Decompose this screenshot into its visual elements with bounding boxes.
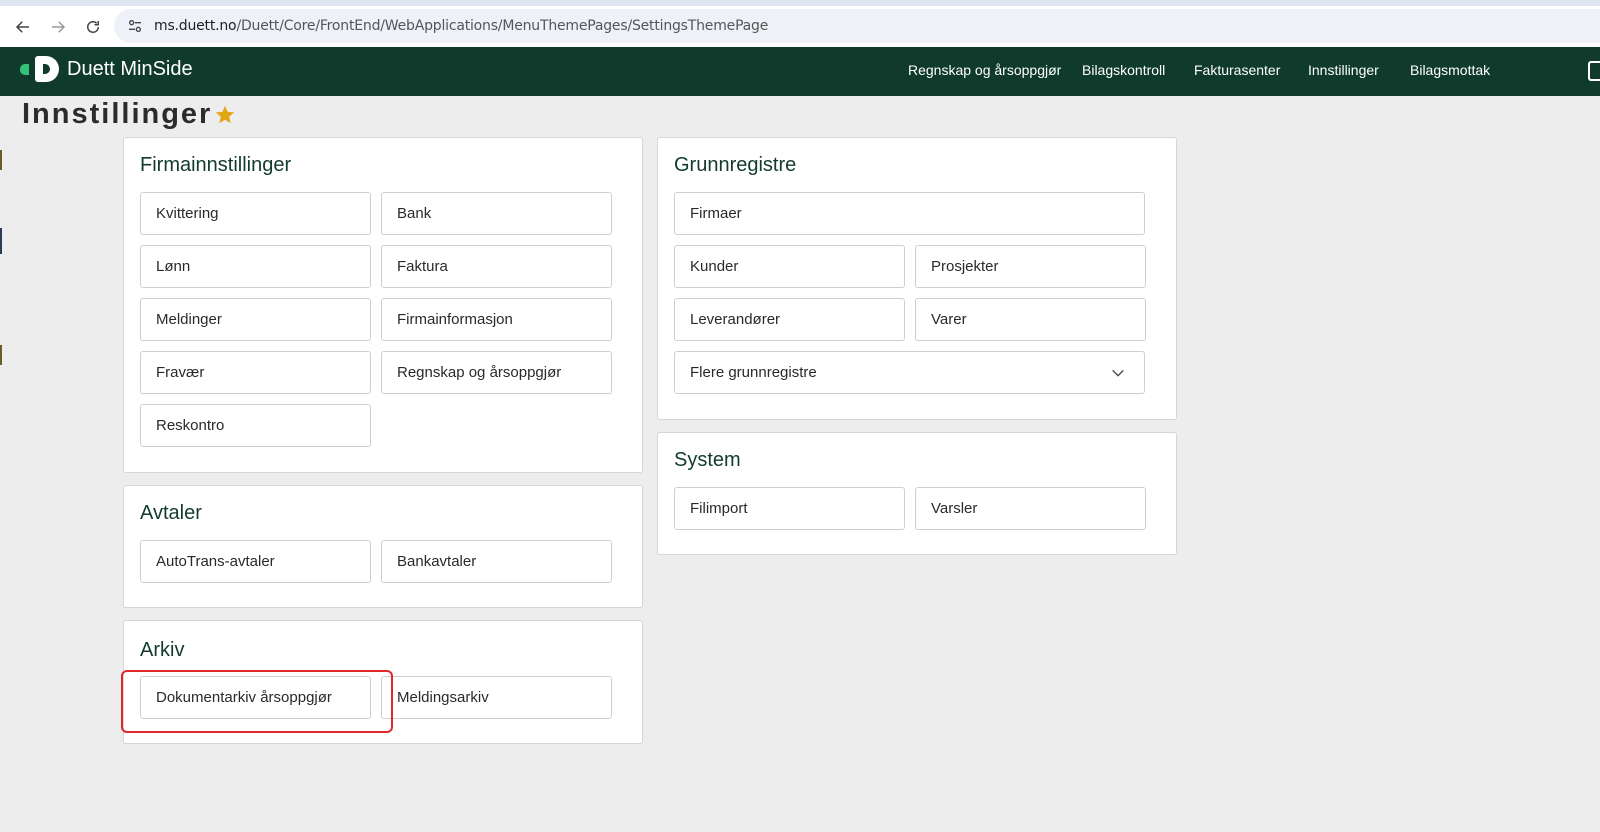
nav-item-fakturasenter[interactable]: Fakturasenter	[1194, 62, 1280, 78]
tile-bank[interactable]: Bank	[381, 192, 612, 235]
tile-meldinger[interactable]: Meldinger	[140, 298, 371, 341]
tile-varer[interactable]: Varer	[915, 298, 1146, 341]
site-info-icon[interactable]	[126, 17, 144, 35]
chevron-down-icon	[1112, 369, 1124, 377]
url-host: ms.duett.no	[154, 18, 237, 34]
reload-icon	[87, 21, 99, 33]
app-header: Duett MinSide Regnskap og årsoppgjør Bil…	[0, 47, 1600, 96]
flere-grunnregistre-dropdown[interactable]: Flere grunnregistre	[674, 351, 1145, 394]
card-firmainnstillinger: Firmainnstillinger Kvittering Bank Lønn …	[123, 137, 643, 473]
tile-regnskap-arsoppgjor[interactable]: Regnskap og årsoppgjør	[381, 351, 612, 394]
tile-prosjekter[interactable]: Prosjekter	[915, 245, 1146, 288]
menu-icon[interactable]	[1588, 61, 1600, 81]
tile-kunder[interactable]: Kunder	[674, 245, 905, 288]
url-text: ms.duett.no/Duett/Core/FrontEnd/WebAppli…	[154, 18, 768, 34]
tile-faktura[interactable]: Faktura	[381, 245, 612, 288]
tile-fravaer[interactable]: Fravær	[140, 351, 371, 394]
logo-text: Duett MinSide	[67, 57, 193, 80]
card-title: System	[674, 449, 741, 471]
tile-dokumentarkiv-arsoppgjor[interactable]: Dokumentarkiv årsoppgjør	[140, 676, 371, 719]
tile-reskontro[interactable]: Reskontro	[140, 404, 371, 447]
nav-item-bilagskontroll[interactable]: Bilagskontroll	[1082, 62, 1165, 78]
tile-meldingsarkiv[interactable]: Meldingsarkiv	[381, 676, 612, 719]
tile-leverandorer[interactable]: Leverandører	[674, 298, 905, 341]
tile-autotrans-avtaler[interactable]: AutoTrans-avtaler	[140, 540, 371, 583]
tile-bankavtaler[interactable]: Bankavtaler	[381, 540, 612, 583]
favorite-star-icon[interactable]	[214, 104, 236, 126]
nav-item-bilagsmottak[interactable]: Bilagsmottak	[1410, 62, 1490, 78]
card-grunnregistre: Grunnregistre Firmaer Kunder Prosjekter …	[657, 137, 1177, 420]
tile-kvittering[interactable]: Kvittering	[140, 192, 371, 235]
logo[interactable]: Duett MinSide	[20, 56, 193, 82]
url-path: /Duett/Core/FrontEnd/WebApplications/Men…	[236, 18, 769, 34]
arrow-right-icon	[52, 21, 66, 33]
nav-item-innstillinger[interactable]: Innstillinger	[1308, 62, 1379, 78]
nav-item-regnskap[interactable]: Regnskap og årsoppgjør	[908, 62, 1061, 78]
dropdown-label: Flere grunnregistre	[690, 364, 817, 381]
duett-logo-icon	[35, 56, 59, 82]
tile-varsler[interactable]: Varsler	[915, 487, 1146, 530]
logo-dot-icon	[20, 63, 29, 75]
forward-button[interactable]	[45, 14, 71, 40]
card-title: Firmainnstillinger	[140, 154, 292, 176]
reload-button[interactable]	[80, 14, 106, 40]
edge-mark	[0, 150, 2, 170]
tile-lonn[interactable]: Lønn	[140, 245, 371, 288]
tile-firmainformasjon[interactable]: Firmainformasjon	[381, 298, 612, 341]
card-system: System Filimport Varsler	[657, 432, 1177, 555]
card-title: Grunnregistre	[674, 154, 797, 176]
arrow-left-icon	[15, 21, 29, 33]
address-bar[interactable]: ms.duett.no/Duett/Core/FrontEnd/WebAppli…	[114, 9, 1600, 43]
edge-mark	[0, 345, 2, 365]
tile-filimport[interactable]: Filimport	[674, 487, 905, 530]
browser-toolbar: ms.duett.no/Duett/Core/FrontEnd/WebAppli…	[0, 0, 1600, 47]
card-title: Avtaler	[140, 502, 202, 524]
card-title: Arkiv	[140, 639, 185, 661]
page-title: Innstillinger	[22, 98, 213, 130]
card-arkiv: Arkiv Dokumentarkiv årsoppgjør Meldingsa…	[123, 620, 643, 744]
tile-firmaer[interactable]: Firmaer	[674, 192, 1145, 235]
card-avtaler: Avtaler AutoTrans-avtaler Bankavtaler	[123, 485, 643, 608]
edge-mark	[0, 228, 2, 254]
back-button[interactable]	[10, 14, 36, 40]
